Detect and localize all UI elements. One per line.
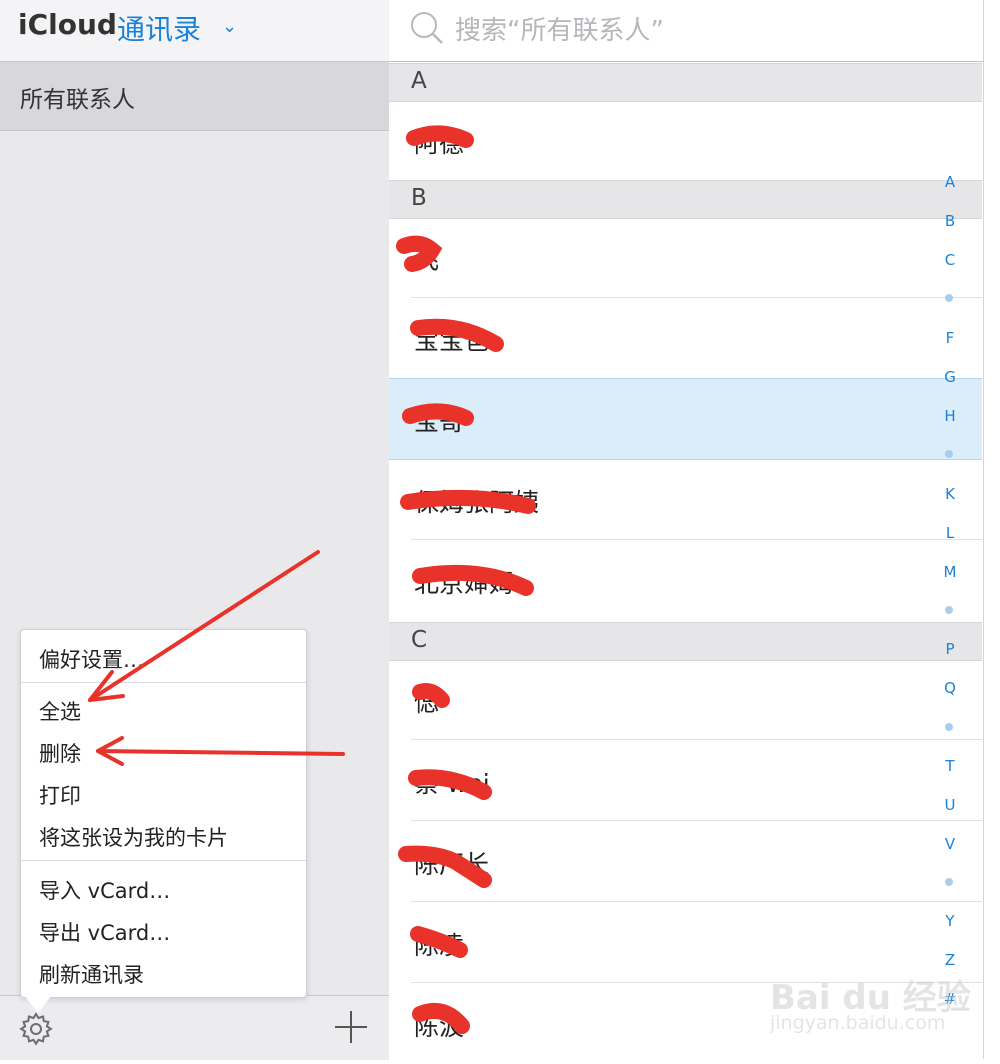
contact-name: 北京婶姆 [414,569,515,598]
add-contact-button[interactable] [334,1010,368,1044]
contact-name: 阿德 [414,129,465,158]
index-letter[interactable]: A [938,173,962,191]
contact-row[interactable]: 北京婶姆 [389,541,982,621]
contact-name: 陈厂长 [414,850,490,879]
index-letter[interactable]: H [938,407,962,425]
settings-menu: 偏好设置… 全选 删除 打印 将这张设为我的卡片 导入 vCard… 导出 vC… [20,629,307,998]
contact-name: 宝哥 [414,407,465,436]
section-header-b: B [389,180,982,219]
contact-row[interactable]: 飞 [389,218,982,298]
contact-row[interactable]: 偲 [389,660,982,740]
contact-row[interactable]: 宝宝爸 [389,298,982,378]
index-dot[interactable] [945,450,953,458]
menu-item-select-all[interactable]: 全选 [39,696,81,726]
contact-row-selected[interactable]: 宝哥 [389,378,982,460]
baidu-watermark: Bai du 经验 jingyan.baidu.com [770,960,980,1050]
section-header-a: A [389,63,982,102]
menu-item-preferences[interactable]: 偏好设置… [39,644,144,674]
index-letter[interactable]: U [938,796,962,814]
contact-list-pane: 搜索“所有联系人” A 阿德 B 飞 宝宝爸 宝哥 保姆张阿姨 北京婶姆 C 偲… [389,0,1000,1059]
menu-item-refresh[interactable]: 刷新通讯录 [39,959,144,989]
contact-row[interactable]: 蔡 wei [389,741,982,821]
menu-item-export-vcard[interactable]: 导出 vCard… [39,917,170,947]
row-divider [411,739,982,740]
chevron-down-icon[interactable]: ⌄ [222,16,237,37]
menu-item-make-my-card[interactable]: 将这张设为我的卡片 [39,822,228,852]
contact-row[interactable]: 陈厂长 [389,822,982,902]
sidebar-header: iCloud 通讯录 ⌄ [0,0,389,62]
index-letter[interactable]: K [938,485,962,503]
menu-item-print[interactable]: 打印 [39,780,81,810]
menu-item-delete[interactable]: 删除 [39,738,81,768]
menu-separator [21,860,306,861]
section-title-dropdown[interactable]: 通讯录 [117,8,201,48]
search-input[interactable]: 搜索“所有联系人” [455,10,664,47]
row-divider [411,539,982,540]
menu-pointer [24,995,52,1013]
contact-row[interactable]: 阿德 [389,101,982,181]
index-dot[interactable] [945,606,953,614]
index-letter[interactable]: G [938,368,962,386]
section-header-c: C [389,622,982,661]
index-dot[interactable] [945,878,953,886]
sidebar-footer [0,995,389,1060]
contact-name: 陈凌 [414,931,465,960]
index-letter[interactable]: F [938,329,962,347]
search-icon [411,12,443,44]
index-dot[interactable] [945,723,953,731]
row-divider [411,820,982,821]
index-letter[interactable]: C [938,251,962,269]
index-letter[interactable]: M [938,563,962,581]
group-label: 所有联系人 [20,87,135,113]
row-divider [411,901,982,902]
menu-item-import-vcard[interactable]: 导入 vCard… [39,875,170,905]
list-edge [983,0,984,1059]
contact-name: 保姆张阿姨 [414,488,540,517]
app-title: iCloud [18,8,117,41]
index-letter[interactable]: P [938,640,962,658]
index-letter[interactable]: T [938,757,962,775]
contact-name: 宝宝爸 [414,326,490,355]
menu-separator [21,682,306,683]
watermark-url: jingyan.baidu.com [770,1012,946,1034]
section-letter: B [411,185,427,211]
index-letter[interactable]: Y [938,912,962,930]
index-letter[interactable]: Q [938,679,962,697]
group-all-contacts[interactable]: 所有联系人 [0,62,389,131]
search-bar[interactable]: 搜索“所有联系人” [389,0,983,62]
contact-name: 偲 [414,688,440,717]
contact-row[interactable]: 保姆张阿姨 [389,460,982,540]
index-letter[interactable]: V [938,835,962,853]
index-dot[interactable] [945,294,953,302]
index-letter[interactable]: B [938,212,962,230]
gear-icon[interactable] [18,1011,54,1047]
index-letter[interactable]: L [938,524,962,542]
section-letter: C [411,627,428,653]
contact-name: 蔡 wei [414,769,490,798]
contact-name: 飞 [414,246,440,275]
contact-name: 陈波 [414,1012,465,1041]
section-letter: A [411,68,427,94]
